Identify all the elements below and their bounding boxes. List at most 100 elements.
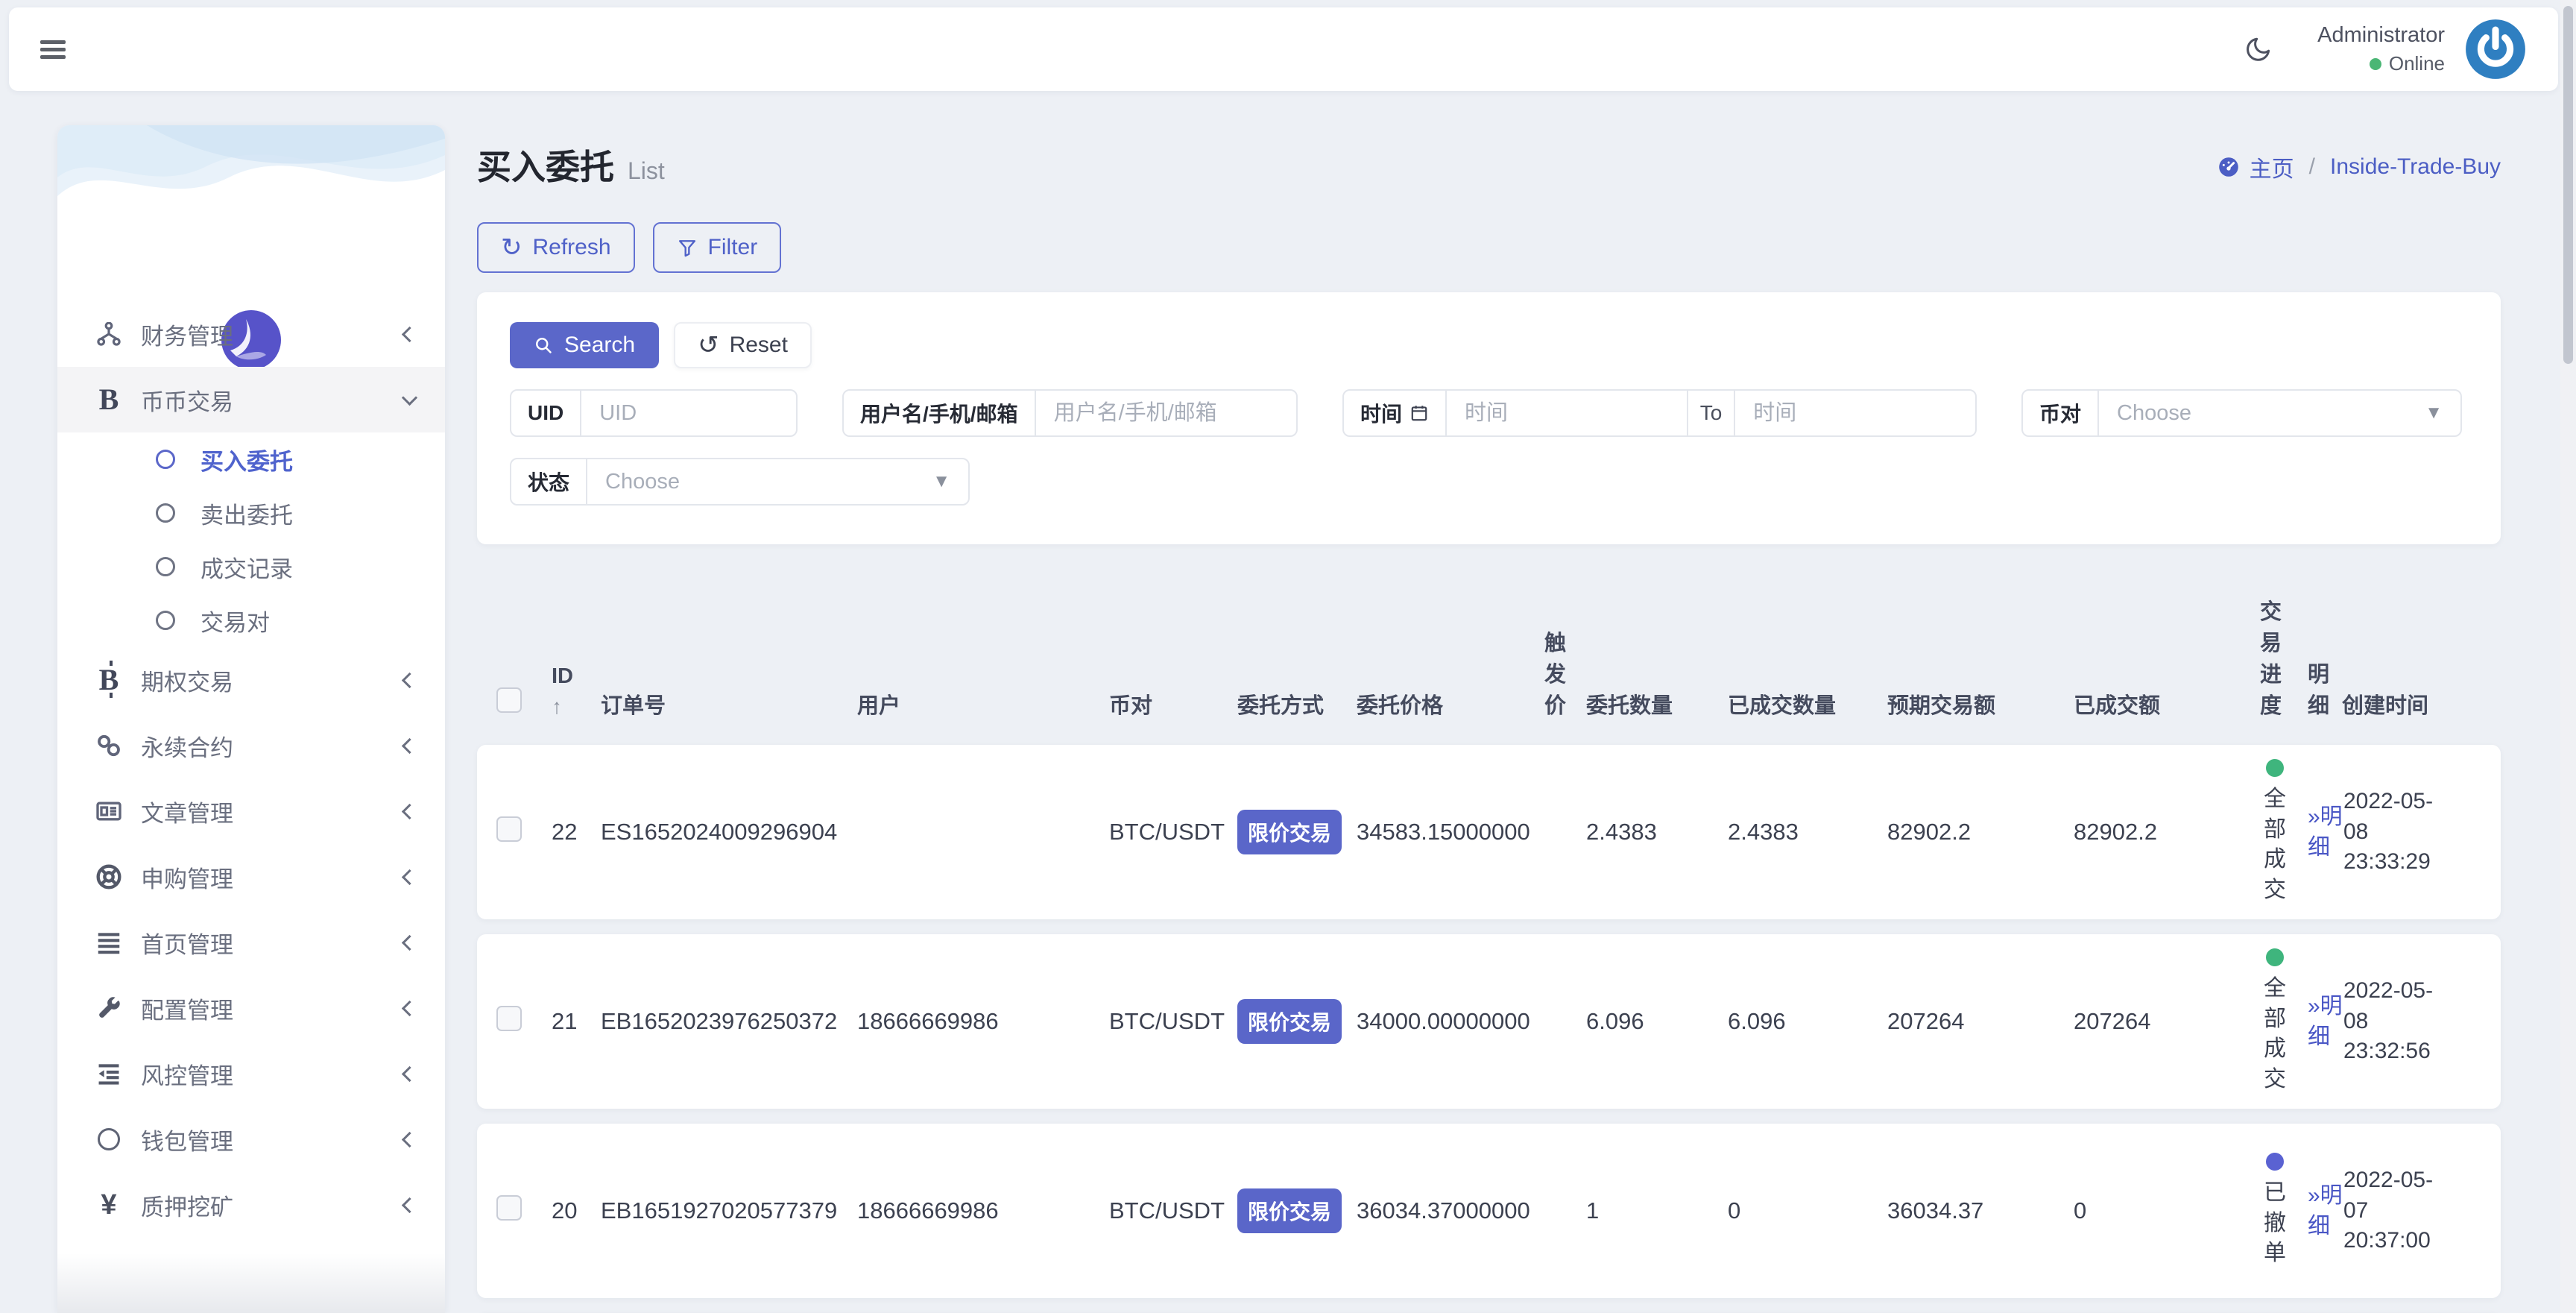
detail-link[interactable]: »明细 (2308, 994, 2342, 1049)
sidebar-item-options-trade[interactable]: B 期权交易 (57, 647, 445, 713)
table-row: 22 ES1652024009296904 BTC/USDT 限价交易 3458… (477, 745, 2501, 919)
order-type-badge: 限价交易 (1237, 1188, 1342, 1233)
sidebar-item-finance[interactable]: 财务管理 (57, 322, 445, 367)
sidebar-item-articles[interactable]: 文章管理 (57, 778, 445, 844)
sort-asc-icon[interactable]: ↑ (552, 692, 595, 722)
sidebar-subitem-label: 交易对 (201, 604, 270, 637)
cell-order: ES1652024009296904 (601, 819, 857, 846)
col-turnover: 已成交额 (2074, 690, 2260, 725)
detail-link[interactable]: »明细 (2308, 805, 2342, 860)
time-from-input[interactable] (1465, 401, 1669, 426)
cell-filled: 6.096 (1728, 1008, 1887, 1035)
status-field-group: 状态 Choose ▼ (510, 458, 970, 506)
cell-created: 2022-05-07 20:37:00 (2342, 1165, 2454, 1256)
sidebar-item-label: 期权交易 (141, 664, 233, 697)
col-trigger: 触发价 (1544, 628, 1586, 725)
time-to-input[interactable] (1753, 401, 1957, 426)
dark-mode-toggle[interactable] (2244, 35, 2273, 63)
status-select[interactable]: Choose ▼ (587, 459, 968, 504)
calendar-icon (1409, 403, 1429, 423)
hamburger-menu-icon[interactable] (40, 37, 66, 63)
col-type: 委托方式 (1237, 690, 1357, 725)
sidebar-subitem-trading-pairs[interactable]: 交易对 (57, 593, 445, 647)
sidebar-item-staking[interactable]: ¥ 质押挖矿 (57, 1172, 445, 1238)
sidebar-item-homepage[interactable]: 首页管理 (57, 910, 445, 975)
avatar[interactable] (2464, 18, 2527, 81)
detail-link[interactable]: »明细 (2308, 1183, 2342, 1238)
chevron-left-icon (402, 869, 417, 884)
status-label: 状态 (511, 459, 587, 504)
chevron-left-icon (402, 672, 417, 687)
sidebar-item-label: 首页管理 (141, 926, 233, 960)
select-all-checkbox[interactable] (496, 687, 522, 713)
col-expected: 预期交易额 (1887, 690, 2074, 725)
sidebar-subitem-label: 买入委托 (201, 443, 293, 476)
sidebar-item-label: 钱包管理 (141, 1123, 233, 1156)
chevron-left-icon (402, 934, 417, 950)
cell-amount: 6.096 (1586, 1008, 1728, 1035)
circle-icon (156, 503, 175, 523)
list-icon (92, 928, 126, 957)
row-checkbox[interactable] (496, 816, 522, 842)
table-header: ID↑ 订单号 用户 币对 委托方式 委托价格 触发价 委托数量 已成交数量 预… (477, 596, 2501, 725)
sidebar-item-perpetual[interactable]: 永续合约 (57, 713, 445, 778)
col-filled: 已成交数量 (1728, 690, 1887, 725)
sidebar-subitem-buy-orders[interactable]: 买入委托 (57, 432, 445, 486)
sidebar-item-wallet[interactable]: 钱包管理 (57, 1106, 445, 1172)
col-created: 创建时间 (2342, 690, 2481, 725)
uid-input[interactable] (599, 401, 778, 426)
sidebar-subitem-label: 成交记录 (201, 550, 293, 584)
sidebar-item-risk-control[interactable]: 风控管理 (57, 1041, 445, 1106)
caret-down-icon: ▼ (932, 471, 950, 492)
sidebar-subitem-trade-records[interactable]: 成交记录 (57, 540, 445, 593)
time-field-group: 时间 To (1342, 389, 1977, 437)
col-user: 用户 (857, 690, 1109, 725)
col-price: 委托价格 (1357, 690, 1544, 725)
user-name: Administrator (2317, 23, 2445, 48)
cell-id: 21 (552, 1008, 601, 1035)
table-row: 21 EB1652023976250372 18666669986 BTC/US… (477, 934, 2501, 1109)
search-button[interactable]: Search (510, 322, 659, 368)
main-content: 买入委托List 主页 / Inside-Trade-Buy ↻ Re (477, 125, 2501, 1313)
sidebar-item-spot-trade[interactable]: B 币币交易 (57, 367, 445, 432)
cell-pair: BTC/USDT (1109, 819, 1237, 846)
sidebar-item-config[interactable]: 配置管理 (57, 975, 445, 1041)
filter-card: Search ↺ Reset UID 用户名/手机/邮箱 时间 (477, 292, 2501, 544)
reset-icon: ↺ (698, 333, 719, 358)
yen-icon: ¥ (92, 1191, 126, 1219)
online-status-dot (2370, 58, 2381, 70)
filter-button[interactable]: Filter (653, 222, 782, 273)
row-checkbox[interactable] (496, 1195, 522, 1221)
sidebar-item-label: 永续合约 (141, 729, 233, 763)
sidebar-item-label: 币币交易 (141, 383, 233, 417)
cell-order: EB1652023976250372 (601, 1008, 857, 1035)
reset-button[interactable]: ↺ Reset (674, 322, 812, 368)
user-field-group: 用户名/手机/邮箱 (842, 389, 1298, 437)
sitemap-icon (92, 322, 126, 348)
status-dot (2266, 1153, 2284, 1171)
pair-field-group: 币对 Choose ▼ (2021, 389, 2462, 437)
sidebar-item-subscription[interactable]: 申购管理 (57, 844, 445, 910)
outdent-icon (92, 1059, 126, 1088)
col-progress: 交易进度 (2260, 596, 2308, 725)
user-input[interactable] (1054, 401, 1278, 426)
uid-field-group: UID (510, 389, 798, 437)
page-subtitle: List (628, 157, 665, 184)
cell-created: 2022-05-08 23:32:56 (2342, 976, 2454, 1067)
breadcrumb-home[interactable]: 主页 (2217, 151, 2294, 183)
scrollbar-track (2560, 0, 2576, 1313)
link-icon (92, 731, 126, 760)
pair-select[interactable]: Choose ▼ (2099, 391, 2460, 435)
scrollbar-thumb[interactable] (2563, 6, 2573, 364)
circle-icon (156, 450, 175, 469)
sidebar-subitem-sell-orders[interactable]: 卖出委托 (57, 486, 445, 540)
status-badge: 全部成交 (2260, 948, 2290, 1095)
refresh-button[interactable]: ↻ Refresh (477, 222, 635, 273)
sidebar-item-label: 财务管理 (141, 322, 233, 351)
breadcrumb-current[interactable]: Inside-Trade-Buy (2330, 154, 2501, 180)
sidebar-subitem-label: 卖出委托 (201, 497, 293, 530)
pair-label: 币对 (2023, 391, 2099, 435)
dashboard-icon (2217, 155, 2241, 179)
order-type-badge: 限价交易 (1237, 999, 1342, 1044)
row-checkbox[interactable] (496, 1006, 522, 1031)
